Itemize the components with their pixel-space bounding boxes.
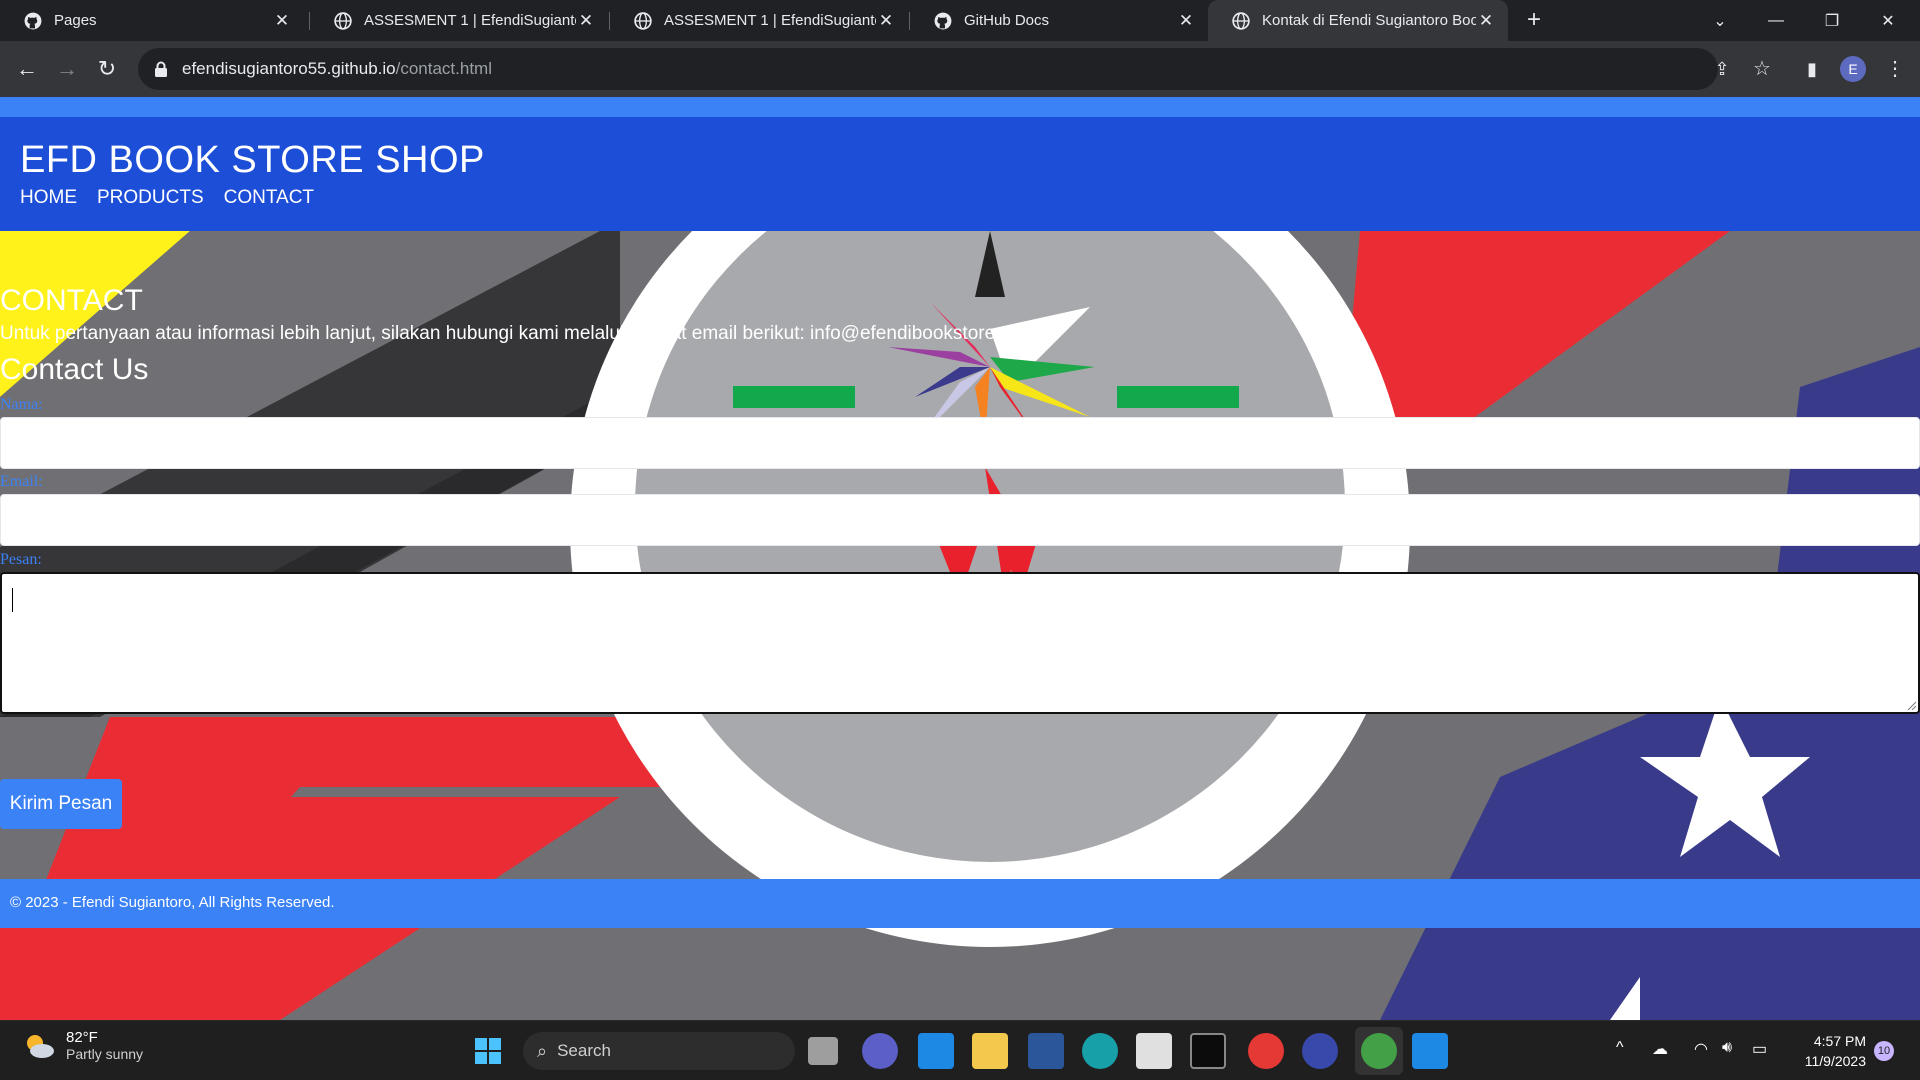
bookmark-star-icon[interactable]: ☆ [1747, 54, 1777, 84]
address-bar[interactable]: efendisugiantoro55.github.io/contact.htm… [138, 48, 1718, 90]
edge-icon[interactable] [1082, 1033, 1118, 1069]
tab-title: Kontak di Efendi Sugiantoro Boo [1262, 12, 1476, 29]
close-window-icon[interactable]: ✕ [1860, 0, 1916, 41]
github-icon [934, 12, 952, 29]
weather-widget[interactable]: 82°F Partly sunny [22, 1029, 143, 1062]
widgets-icon[interactable] [918, 1033, 954, 1069]
footer-copyright: © 2023 - Efendi Sugiantoro, All Rights R… [10, 894, 335, 911]
back-icon[interactable]: ← [12, 54, 42, 84]
system-clock[interactable]: 4:57 PM 11/9/2023 [1790, 1031, 1866, 1071]
tab-title: ASSESMENT 1 | EfendiSugiantoro [664, 12, 876, 29]
close-tab-icon[interactable]: ✕ [876, 11, 896, 31]
github-icon [24, 12, 42, 29]
contact-heading: CONTACT [0, 284, 143, 317]
top-accent-bar [0, 97, 1920, 117]
close-tab-icon[interactable]: ✕ [1476, 11, 1496, 31]
taskbar-search[interactable]: ⌕ Search [523, 1032, 795, 1070]
web-page: EFD BOOK STORE SHOP HOME PRODUCTS CONTAC… [0, 97, 1920, 1020]
tab-title: GitHub Docs [964, 12, 1050, 29]
word-icon[interactable] [1028, 1033, 1064, 1069]
weather-condition: Partly sunny [66, 1046, 144, 1062]
share-icon[interactable]: ⇪ [1707, 54, 1737, 84]
chrome-profile-icon[interactable] [1361, 1033, 1397, 1069]
nav-home-link[interactable]: HOME [20, 187, 77, 209]
url-path: /contact.html [395, 59, 492, 78]
search-label: Search [557, 1041, 611, 1060]
browser-tab-active[interactable]: Kontak di Efendi Sugiantoro Boo ✕ [1208, 0, 1508, 41]
clock-time: 4:57 PM [1813, 1033, 1866, 1049]
vscode-icon[interactable] [1412, 1033, 1448, 1069]
microsoft-store-icon[interactable] [1136, 1033, 1172, 1069]
resize-grip-icon[interactable] [1906, 700, 1916, 710]
close-tab-icon[interactable]: ✕ [576, 11, 596, 31]
lock-icon [155, 61, 167, 77]
globe-icon [334, 11, 352, 30]
onedrive-icon[interactable]: ☁ [1652, 1039, 1668, 1059]
restore-icon[interactable]: ❐ [1804, 0, 1860, 41]
new-tab-icon[interactable]: + [1520, 6, 1548, 34]
windows-taskbar: 82°F Partly sunny ⌕ Search ^ ☁ ◠ 🔊︎ ▭ 4:… [0, 1020, 1920, 1080]
globe-icon [634, 11, 652, 30]
task-view-icon[interactable] [808, 1037, 838, 1065]
browser-tab[interactable]: GitHub Docs ✕ [910, 0, 1208, 41]
browser-tab[interactable]: ASSESMENT 1 | EfendiSugiantoro ✕ [310, 0, 608, 41]
site-footer: © 2023 - Efendi Sugiantoro, All Rights R… [0, 879, 1920, 928]
browser-tab-strip: Pages ✕ ASSESMENT 1 | EfendiSugiantoro ✕… [0, 0, 1920, 41]
reload-icon[interactable]: ↻ [92, 54, 122, 84]
search-icon: ⌕ [537, 1040, 548, 1061]
app-icon[interactable] [1302, 1033, 1338, 1069]
nav-contact-link[interactable]: CONTACT [224, 187, 314, 209]
chrome-icon[interactable] [1248, 1033, 1284, 1069]
tab-title: Pages [54, 12, 97, 29]
nav-products-link[interactable]: PRODUCTS [97, 187, 204, 209]
close-tab-icon[interactable]: ✕ [1176, 11, 1196, 31]
minimize-icon[interactable]: — [1748, 0, 1804, 41]
tab-title: ASSESMENT 1 | EfendiSugiantoro [364, 12, 576, 29]
browser-tab[interactable]: ASSESMENT 1 | EfendiSugiantoro ✕ [610, 0, 908, 41]
contact-form-heading: Contact Us [0, 353, 149, 386]
close-tab-icon[interactable]: ✕ [272, 11, 292, 31]
url-host: efendisugiantoro55.github.io [182, 59, 396, 78]
show-hidden-icons-icon[interactable]: ^ [1616, 1039, 1624, 1057]
file-explorer-icon[interactable] [972, 1033, 1008, 1069]
weather-temperature: 82°F [66, 1029, 98, 1046]
clock-date: 11/9/2023 [1804, 1053, 1866, 1069]
browser-tab[interactable]: Pages ✕ [0, 0, 304, 41]
notification-badge[interactable]: 10 [1874, 1041, 1894, 1061]
send-message-button[interactable]: Kirim Pesan [0, 779, 122, 829]
forward-icon[interactable]: → [52, 54, 82, 84]
name-input[interactable] [0, 417, 1920, 469]
menu-kebab-icon[interactable]: ⋮ [1880, 54, 1910, 84]
partly-sunny-icon [27, 1034, 54, 1058]
browser-toolbar: ← → ↻ efendisugiantoro55.github.io/conta… [0, 41, 1920, 97]
tab-search-icon[interactable]: ⌄ [1692, 0, 1748, 41]
side-panel-icon[interactable]: ▮ [1797, 54, 1827, 84]
wifi-icon[interactable]: ◠ [1694, 1039, 1708, 1059]
teams-chat-icon[interactable] [862, 1033, 898, 1069]
email-label: Email: [0, 473, 43, 490]
battery-icon[interactable]: ▭ [1752, 1039, 1767, 1059]
globe-icon [1232, 11, 1250, 30]
text-caret [12, 588, 13, 612]
volume-icon[interactable]: 🔊︎ [1722, 1039, 1732, 1057]
email-input[interactable] [0, 494, 1920, 546]
url-text: efendisugiantoro55.github.io/contact.htm… [182, 59, 492, 79]
message-label: Pesan: [0, 551, 42, 568]
windows-start-icon[interactable] [470, 1033, 506, 1069]
terminal-icon[interactable] [1190, 1033, 1226, 1069]
name-label: Nama: [0, 396, 43, 413]
message-textarea[interactable] [0, 572, 1920, 714]
profile-avatar[interactable]: E [1840, 56, 1866, 82]
site-nav: HOME PRODUCTS CONTACT [20, 187, 314, 209]
site-title: EFD BOOK STORE SHOP [20, 139, 485, 181]
contact-info-text: Untuk pertanyaan atau informasi lebih la… [0, 323, 1037, 344]
site-header: EFD BOOK STORE SHOP HOME PRODUCTS CONTAC… [0, 117, 1920, 231]
